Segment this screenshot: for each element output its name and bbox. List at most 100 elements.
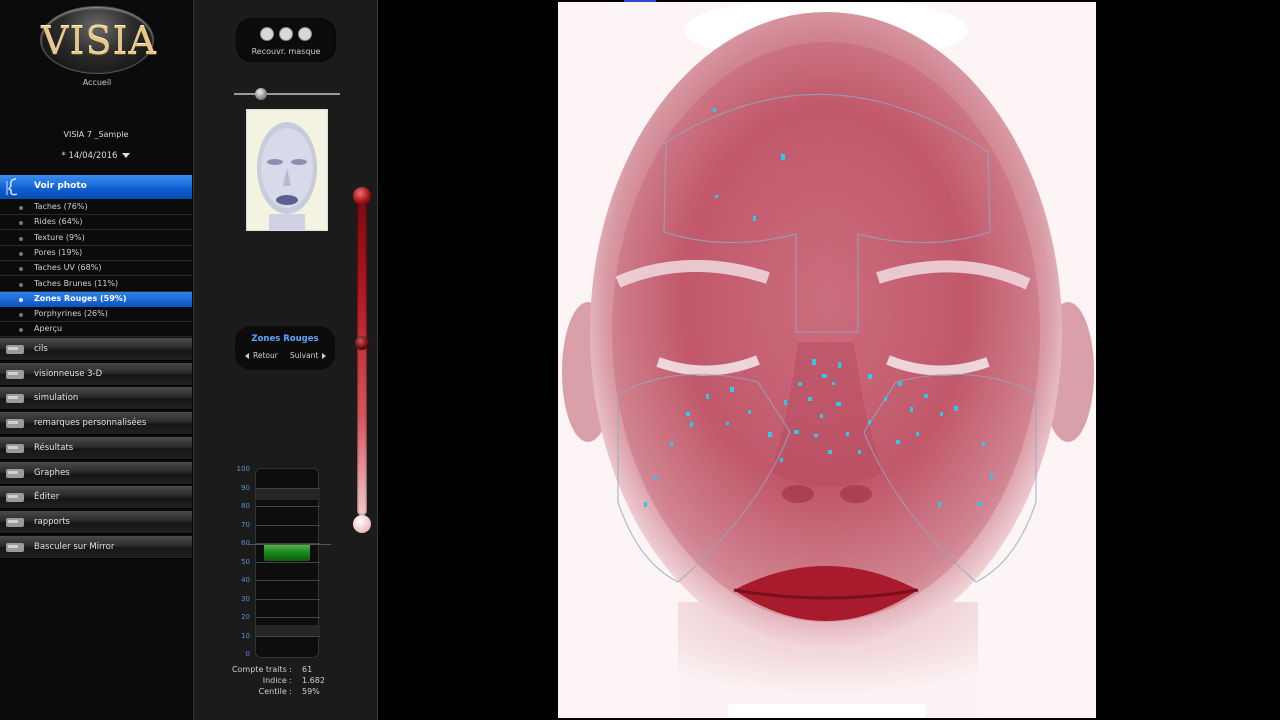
zoom-slider-track[interactable] [234,93,340,95]
visit-date-selector[interactable]: * 14/04/2016 [0,151,192,161]
gauge-tick-label: 40 [241,576,250,584]
bullet-icon [19,328,23,333]
mask-overlay-label: Recouvr. masque [251,47,321,56]
tool-item[interactable]: visionneuse 3-D [0,362,192,386]
menu-view-photo[interactable]: Voir photo [0,175,192,199]
tool-item[interactable]: Basculer sur Mirror [0,535,192,559]
tool-item-label: Graphes [34,467,70,478]
previous-button[interactable]: Retour [245,351,278,360]
chevron-down-icon [122,153,131,158]
zoom-slider-knob[interactable] [255,88,267,100]
current-analysis-title: Zones Rouges [251,334,319,344]
menu-view-photo-label: Voir photo [34,181,87,191]
tool-item-label: Éditer [34,492,60,503]
gauge-grid-line [256,635,320,637]
tool-item[interactable]: cils [0,338,192,361]
intensity-slider-top-knob[interactable] [353,187,371,205]
gauge-grid-line [256,617,320,618]
analysis-item[interactable]: Porphyrines (26%) [0,307,192,323]
bullet-icon [19,251,23,256]
analysis-item[interactable]: Taches UV (68%) [0,261,192,277]
bullet-icon [19,236,23,241]
analysis-item-label: Taches Brunes (11%) [34,278,119,288]
mask-overlay-control: Recouvr. masque [236,18,336,62]
logo-text: VISIA [41,19,157,63]
tool-item[interactable]: simulation [0,387,192,411]
tool-item-label: Basculer sur Mirror [34,541,115,552]
tool-item[interactable]: rapports [0,510,192,534]
analysis-item[interactable]: Taches (76%) [0,200,192,215]
results-icon [6,443,24,453]
analysis-item[interactable]: Pores (19%) [0,245,192,261]
graph-icon [6,468,24,478]
thumbnail-face-image [247,110,327,230]
stat-label: Compte traits : [231,665,292,674]
patient-name: VISIA 7 _Sample [63,130,129,139]
gauge-tick-label: 90 [241,483,250,492]
tool-item-label: visionneuse 3-D [34,368,103,379]
stat-row: Compte traits : 61 [224,664,364,675]
gauge-grid-line [256,506,320,507]
close-circle-icon[interactable] [279,27,293,41]
edit-icon [6,493,24,503]
viewer-3d-icon [6,369,24,379]
analysis-item-label: Aperçu [34,324,63,334]
gauge-grid-line [256,580,320,581]
gauge-grid-line [256,487,320,489]
tool-item[interactable]: Éditer [0,486,192,510]
bullet-icon [19,297,23,302]
mirror-icon [6,542,24,552]
intensity-slider-handle[interactable] [355,336,369,350]
gear-icon[interactable] [298,27,312,41]
red-areas-face-render [558,2,1096,718]
analysis-item-label: Pores (19%) [34,247,83,257]
printer-icon [6,517,24,527]
face-analysis-image[interactable] [558,2,1096,718]
analysis-item-label: Zones Rouges (59%) [34,293,127,303]
analysis-item-label: Porphyrines (26%) [34,309,108,319]
intensity-slider-bottom-knob[interactable] [353,515,371,533]
analysis-item[interactable]: Aperçu [0,322,192,338]
image-viewer[interactable] [379,0,1280,720]
gauge-tick-label: 10 [241,631,250,640]
stat-value: 59% [302,687,320,696]
visia-logo[interactable]: VISIA [40,6,157,74]
stat-row: Indice : 1.682 [224,675,364,686]
stat-row: Centile : 59% [224,686,364,697]
chevron-left-icon [245,353,249,359]
tool-item[interactable]: Graphes [0,461,192,485]
brush-icon[interactable] [260,27,274,41]
previous-label: Retour [253,351,278,360]
eyelash-icon [6,345,24,354]
analysis-item[interactable]: Zones Rouges (59%) [0,291,192,307]
bullet-icon [19,221,23,226]
tool-item-label: Résultats [34,442,74,453]
next-button[interactable]: Suivant [290,351,327,360]
gauge-tick-label: 60 [241,539,250,547]
bullet-icon [19,282,23,287]
gauge-tick-label: 0 [245,650,250,658]
tool-item[interactable]: Résultats [0,436,192,460]
analysis-item-label: Taches UV (68%) [34,263,102,273]
sidebar: VISIA Accueil VISIA 7 _Sample * 14/04/20… [0,0,192,720]
face-thumbnail[interactable] [246,109,328,231]
tool-item-label: cils [34,344,48,354]
analysis-panel: Recouvr. masque Zones Rouges Retour Suiv… [193,0,378,720]
gauge-tick-label: 20 [241,613,250,621]
analysis-item-label: Taches (76%) [34,202,88,211]
stat-label: Indice : [262,676,292,685]
intensity-slider-track[interactable] [357,200,367,516]
gauge-scale: 100 90 80 70 60 50 40 30 20 10 0 [224,465,254,665]
top-indicator [624,0,656,2]
tool-item[interactable]: remarques personnalisées [0,412,192,436]
home-label[interactable]: Accueil [40,78,154,87]
analysis-item[interactable]: Rides (64%) [0,215,192,231]
notes-icon [6,419,24,429]
tool-item-label: remarques personnalisées [34,418,147,429]
analysis-item[interactable]: Taches Brunes (11%) [0,276,192,292]
analysis-stats: Compte traits : 61 Indice : 1.682 Centile : 5… [224,664,364,697]
stat-value: 1.682 [302,676,325,685]
simulation-icon [6,394,24,404]
gauge-tick-label: 100 [236,465,250,473]
analysis-item[interactable]: Texture (9%) [0,230,192,246]
